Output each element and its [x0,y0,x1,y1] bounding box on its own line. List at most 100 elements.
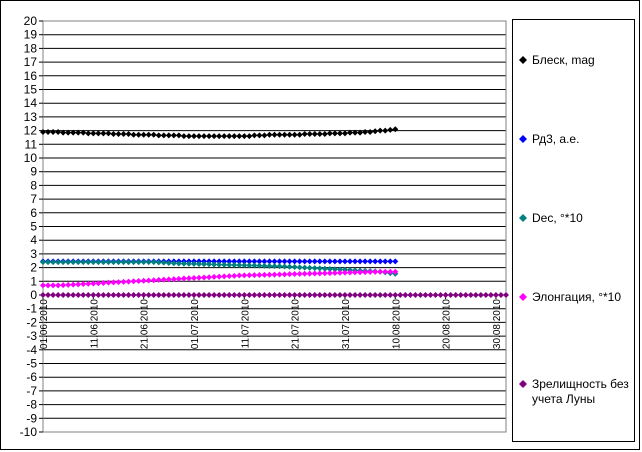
data-point [221,261,228,268]
data-point [150,277,157,284]
legend-marker-brightness [519,56,527,64]
data-point [155,259,162,266]
data-point [221,273,228,280]
data-point [246,133,253,140]
data-point [105,279,112,286]
y-tick-label: 11 [25,137,38,151]
data-point [231,272,238,279]
y-tick-label: 2 [30,261,37,275]
data-point [150,259,157,266]
x-tick-label: 21.06.2010 [140,299,151,349]
data-point [236,272,243,279]
legend-marker-visibility [519,380,527,388]
legend-marker-elongation [519,293,527,301]
data-point [65,281,72,288]
data-point [175,132,182,139]
x-tick-label: 11.07.2010 [240,299,251,349]
data-point [155,276,162,283]
data-point [211,261,218,268]
y-tick-label: 10 [24,151,38,165]
x-tick-label: 01.07.2010 [190,299,201,349]
data-point [216,261,223,268]
data-point [115,279,122,286]
data-point [185,275,192,282]
data-point [55,128,62,135]
data-point [367,268,374,275]
data-point [276,263,283,270]
y-tick-label: -8 [26,398,37,412]
y-tick-label: 9 [30,165,37,179]
data-point [150,131,157,138]
gridlines [43,20,506,433]
legend-label-visibility: Зрелищность без учета Луны [532,377,629,406]
data-point [180,275,187,282]
x-tick-label: 10.08.2010 [391,299,402,349]
data-point [367,128,374,135]
data-point [130,278,137,285]
x-tick-label: 30.08.2010 [492,299,503,349]
data-point [336,269,343,276]
y-tick-label: 16 [24,69,38,83]
legend-marker-declination [519,214,527,222]
data-point [75,281,82,288]
chart-frame: 20 19 18 17 16 15 14 13 12 11 10 9 8 7 6 5 4 3 2 1 0 -1 -2 -3 -4… [0,0,640,450]
y-tick-label: 14 [24,96,38,110]
x-tick-label: 31.07.2010 [341,299,352,349]
data-point [392,126,399,133]
data-point [120,278,127,285]
data-point [246,272,253,279]
y-tick-label: -1 [26,302,37,316]
data-point [231,261,238,268]
y-tick-label: -4 [26,343,37,357]
data-point [241,272,248,279]
data-point [296,131,303,138]
data-point [80,281,87,288]
data-point [226,273,233,280]
y-tick-label: 6 [30,206,37,220]
y-tick-label: 7 [30,192,37,206]
series-4 [40,292,509,298]
data-point [382,127,389,134]
data-point [261,271,268,278]
data-point [216,273,223,280]
data-point [125,278,132,285]
data-point [296,270,303,277]
data-point [60,282,67,289]
legend-label-declination: Dec, °*10 [532,211,583,225]
data-point [301,264,308,271]
data-point [201,274,208,281]
data-point [196,274,203,281]
data-point [301,270,308,277]
legend-marker-distance [519,135,527,143]
data-point [140,277,147,284]
data-point [226,261,233,268]
y-tick-label: 19 [24,28,38,42]
data-point [125,131,132,138]
series-0 [40,126,399,140]
data-point [271,263,278,270]
data-point [311,270,318,277]
y-axis-ticks: 20191817161514131211109876543210-1-2-3-4… [20,14,43,439]
y-tick-label: -9 [26,411,37,425]
y-tick-label: 3 [30,247,37,261]
y-tick-label: 4 [30,233,37,247]
y-tick-label: 0 [30,288,37,302]
y-tick-label: 15 [24,83,38,97]
data-point [261,132,268,139]
data-point [306,270,313,277]
y-tick-label: 17 [24,55,38,69]
data-point [276,271,283,278]
data-point [55,282,62,289]
data-point [70,281,77,288]
data-point [281,271,288,278]
y-tick-label: -3 [26,329,37,343]
y-tick-label: 12 [24,124,38,138]
data-point [331,269,338,276]
series-layer [40,126,509,298]
x-tick-label: 11.06.2010 [89,299,100,349]
data-point [296,264,303,271]
y-tick-label: 13 [24,110,38,124]
data-point [145,277,152,284]
data-point [190,275,197,282]
data-point [392,258,399,265]
